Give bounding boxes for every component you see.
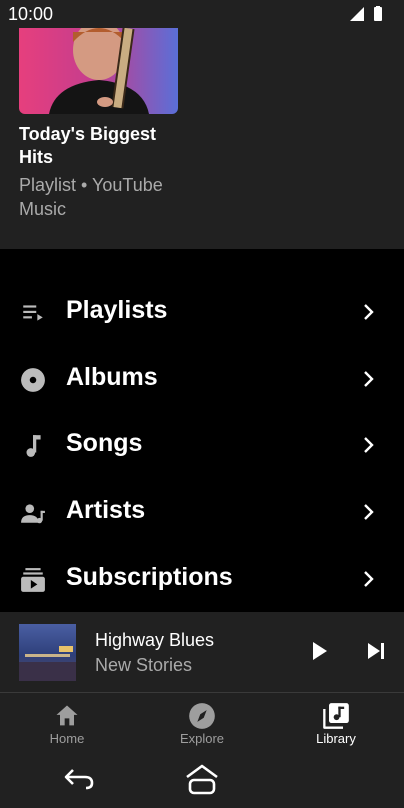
bottom-navigation: Home Explore Library (0, 693, 404, 755)
nav-item-home[interactable]: Home (0, 693, 134, 755)
library-item-artists[interactable]: Artists (0, 479, 404, 546)
signal-icon (350, 7, 364, 21)
home-icon (56, 705, 78, 726)
playlist-thumbnail[interactable] (19, 28, 178, 114)
track-title: Highway Blues (95, 630, 215, 650)
library-item-label: Songs (66, 429, 143, 458)
chevron-right-icon (364, 304, 374, 320)
library-item-label: Albums (66, 362, 158, 391)
playlist-subtitle: Playlist • YouTube Music (19, 175, 163, 219)
nav-label: Explore (179, 731, 225, 746)
back-icon[interactable] (63, 765, 95, 791)
library-icon (323, 703, 349, 729)
chevron-right-icon (364, 504, 374, 520)
recent-activity-section: Today's Biggest Hits Playlist • YouTube … (0, 28, 404, 249)
album-icon (21, 367, 45, 392)
playlist-icon (23, 305, 43, 321)
library-item-label: Subscriptions (66, 562, 233, 591)
library-item-songs[interactable]: Songs (0, 412, 404, 479)
home-gesture-icon[interactable] (185, 763, 219, 795)
subscriptions-icon (21, 567, 45, 592)
status-time: 10:00 (8, 4, 54, 24)
mini-player[interactable]: Highway Blues New Stories (0, 612, 404, 692)
library-item-label: Playlists (66, 296, 168, 324)
battery-icon (374, 7, 382, 21)
library-list: Playlists Albums Songs Artists Subscript… (0, 279, 404, 612)
system-navigation-bar (0, 755, 404, 808)
nav-item-explore[interactable]: Explore (135, 693, 269, 755)
chevron-right-icon (364, 570, 374, 587)
status-bar: 10:00 (0, 0, 404, 28)
chevron-right-icon (364, 437, 374, 454)
library-item-playlists[interactable]: Playlists (0, 279, 404, 346)
music-note-icon (26, 435, 41, 458)
artist-icon (21, 504, 45, 524)
album-art (19, 624, 76, 681)
compass-icon (189, 703, 215, 729)
playlist-title[interactable]: Today's Biggest Hits (19, 123, 189, 169)
skip-next-icon[interactable] (364, 639, 388, 663)
library-item-subscriptions[interactable]: Subscriptions (0, 546, 404, 613)
library-item-label: Artists (66, 496, 146, 525)
chevron-right-icon (364, 370, 374, 387)
nav-label: Library (316, 731, 356, 746)
status-icons (348, 6, 392, 27)
nav-label: Home (49, 731, 85, 746)
play-icon[interactable] (307, 639, 331, 663)
nav-item-library[interactable]: Library (269, 693, 403, 755)
track-artist: New Stories (95, 655, 193, 675)
library-item-albums[interactable]: Albums (0, 346, 404, 413)
